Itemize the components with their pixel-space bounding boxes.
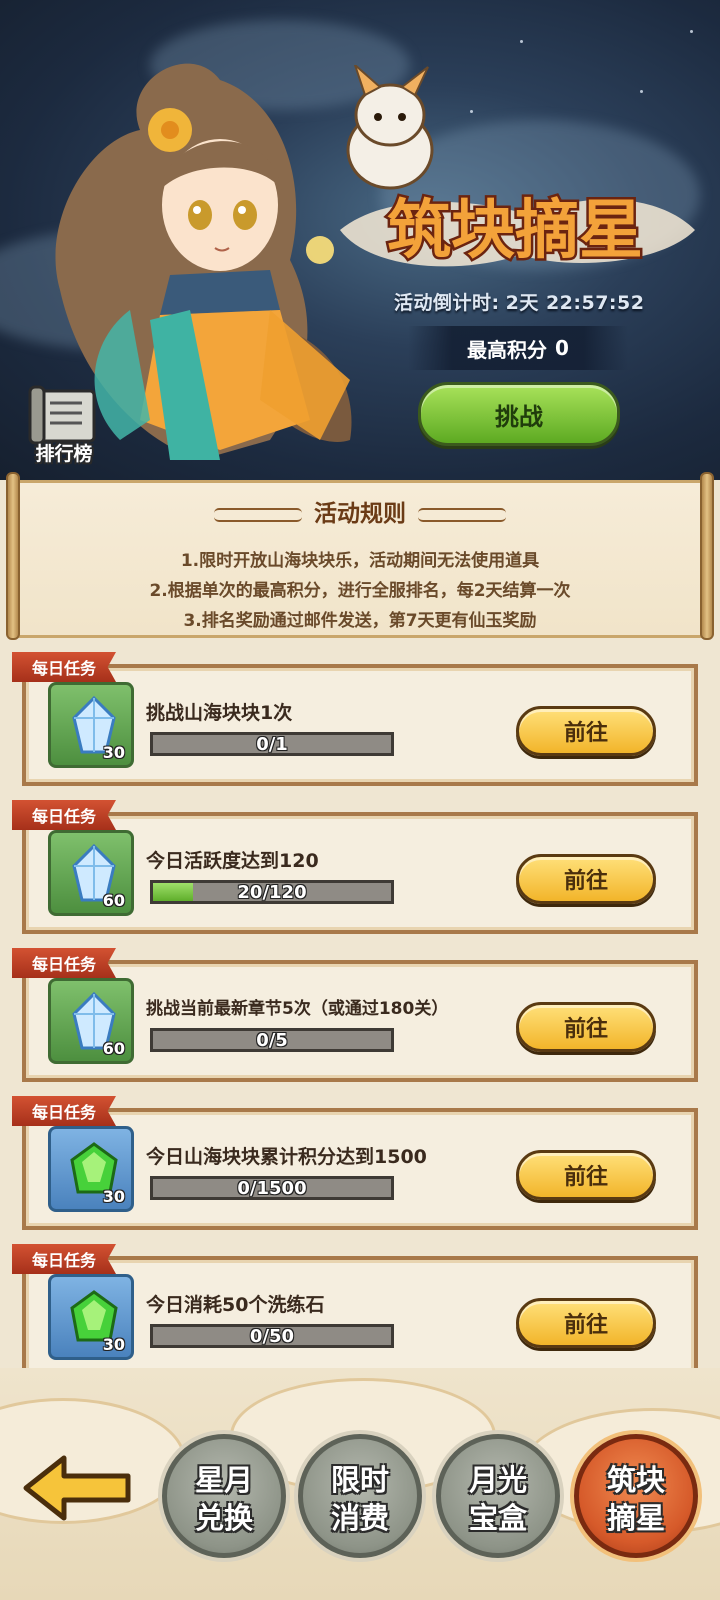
daily-task-tag: 每日任务 bbox=[12, 1244, 116, 1274]
rule-line-1: 1.限时开放山海块块乐，活动期间无法使用道具 bbox=[180, 551, 540, 571]
task-name: 今日消耗50个洗练石 bbox=[146, 1294, 325, 1316]
progress-text: 0/1500 bbox=[237, 1178, 307, 1199]
task-name: 今日山海块块累计积分达到1500 bbox=[146, 1146, 427, 1168]
reward-slot[interactable]: 60 bbox=[48, 830, 134, 916]
nav-label-line2: 宝盒 bbox=[468, 1501, 527, 1535]
rule-line-2: 2.根据单次的最高积分，进行全服排名，每2天结算一次 bbox=[149, 581, 571, 601]
reward-slot[interactable]: 60 bbox=[48, 978, 134, 1064]
nav-label-line1: 筑块 bbox=[606, 1463, 665, 1497]
daily-task-tag: 每日任务 bbox=[12, 800, 116, 830]
nav-moonlight-treasure-box[interactable]: 月光 宝盒 bbox=[436, 1434, 560, 1558]
task-progress-bar: 20/120 bbox=[150, 880, 394, 904]
nav-label-line2: 摘星 bbox=[606, 1501, 665, 1535]
task-item: 每日任务 30 今日山海块块累计积分达到1500 0/1500 前往 bbox=[12, 1096, 698, 1230]
star-sparkle bbox=[470, 110, 473, 113]
rules-title: 活动规则 bbox=[0, 494, 720, 528]
task-name: 挑战山海块块1次 bbox=[146, 702, 293, 724]
go-button[interactable]: 前往 bbox=[516, 706, 656, 756]
daily-task-tag: 每日任务 bbox=[12, 948, 116, 978]
reward-quantity: 30 bbox=[102, 1187, 125, 1206]
daily-task-tag: 每日任务 bbox=[12, 1096, 116, 1126]
task-name: 挑战当前最新章节5次（或通过180关） bbox=[146, 999, 449, 1019]
progress-text: 0/50 bbox=[249, 1326, 295, 1347]
countdown-value: 2天 22:57:52 bbox=[505, 292, 645, 314]
go-button[interactable]: 前往 bbox=[516, 1150, 656, 1200]
ranking-button[interactable]: 排行榜 bbox=[22, 383, 106, 475]
nav-label-line1: 星月 bbox=[194, 1463, 253, 1497]
event-title-logo: 筑块摘星 bbox=[340, 191, 695, 271]
reward-quantity: 60 bbox=[102, 1039, 125, 1058]
progress-text: 0/1 bbox=[256, 734, 288, 755]
task-item: 每日任务 30 今日消耗50个洗练石 0/50 前往 bbox=[12, 1244, 698, 1368]
reward-slot[interactable]: 30 bbox=[48, 1126, 134, 1212]
progress-text: 0/5 bbox=[256, 1030, 288, 1051]
go-button[interactable]: 前往 bbox=[516, 1298, 656, 1348]
reward-slot[interactable]: 30 bbox=[48, 1274, 134, 1360]
ornament-right bbox=[418, 507, 506, 522]
task-name: 今日活跃度达到120 bbox=[146, 850, 319, 872]
best-score-panel: 最高积分 0 bbox=[408, 326, 628, 370]
nav-label-line2: 兑换 bbox=[194, 1501, 253, 1535]
star-sparkle bbox=[520, 40, 523, 43]
task-item: 每日任务 30 挑战山海块块1次 0/1 前往 bbox=[12, 652, 698, 786]
star-sparkle bbox=[640, 90, 643, 93]
challenge-button-label: 挑战 bbox=[495, 402, 543, 431]
reward-slot[interactable]: 30 bbox=[48, 682, 134, 768]
rules-title-text: 活动规则 bbox=[314, 501, 406, 527]
event-countdown: 活动倒计时: 2天 22:57:52 bbox=[388, 288, 644, 315]
nav-limited-spending[interactable]: 限时 消费 bbox=[298, 1434, 422, 1558]
best-score-value: 0 bbox=[555, 336, 569, 360]
ranking-scroll-icon bbox=[28, 385, 96, 445]
task-list[interactable]: 每日任务 30 挑战山海块块1次 0/1 前往 每日任务 60 今日活跃度达到1… bbox=[0, 640, 720, 1368]
reward-quantity: 30 bbox=[102, 743, 125, 762]
event-title-text: 筑块摘星 bbox=[387, 193, 643, 268]
task-item: 每日任务 60 今日活跃度达到120 20/120 前往 bbox=[12, 800, 698, 934]
daily-task-tag: 每日任务 bbox=[12, 652, 116, 682]
task-item: 每日任务 60 挑战当前最新章节5次（或通过180关） 0/5 前往 bbox=[12, 948, 698, 1082]
best-score-label: 最高积分 bbox=[467, 337, 548, 362]
go-button[interactable]: 前往 bbox=[516, 854, 656, 904]
nav-label-line1: 限时 bbox=[330, 1463, 389, 1497]
go-button[interactable]: 前往 bbox=[516, 1002, 656, 1052]
star-sparkle bbox=[690, 30, 693, 33]
countdown-label: 活动倒计时: bbox=[394, 292, 500, 314]
reward-quantity: 30 bbox=[102, 1335, 125, 1354]
ornament-left bbox=[214, 507, 302, 522]
task-progress-bar: 0/5 bbox=[150, 1028, 394, 1052]
back-arrow-icon[interactable] bbox=[20, 1452, 136, 1524]
reward-quantity: 60 bbox=[102, 891, 125, 910]
challenge-button[interactable]: 挑战 bbox=[418, 382, 620, 446]
event-banner: 筑块摘星 活动倒计时: 2天 22:57:52 最高积分 0 挑战 排行榜 bbox=[0, 0, 720, 480]
rule-line-3: 3.排名奖励通过邮件发送，第7天更有仙玉奖励 bbox=[183, 611, 537, 631]
nav-build-block-pick-star[interactable]: 筑块 摘星 bbox=[574, 1434, 698, 1558]
nav-label-line1: 月光 bbox=[468, 1463, 527, 1497]
nav-label-line2: 消费 bbox=[330, 1501, 389, 1535]
task-progress-bar: 0/1500 bbox=[150, 1176, 394, 1200]
task-progress-bar: 0/50 bbox=[150, 1324, 394, 1348]
progress-text: 20/120 bbox=[237, 882, 307, 903]
bottom-nav: 星月 兑换 限时 消费 月光 宝盒 筑块 摘星 bbox=[0, 1368, 720, 1600]
ranking-label: 排行榜 bbox=[35, 443, 93, 465]
nav-star-moon-exchange[interactable]: 星月 兑换 bbox=[162, 1434, 286, 1558]
task-progress-bar: 0/1 bbox=[150, 732, 394, 756]
